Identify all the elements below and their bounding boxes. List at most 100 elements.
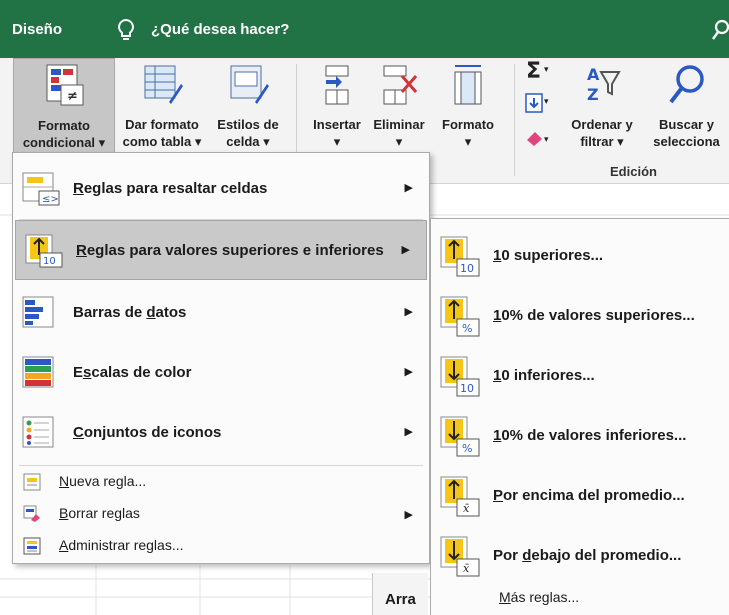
submenu-arrow-icon: ▶: [404, 366, 413, 378]
insert-cells-button[interactable]: Insertar ▾: [308, 58, 366, 160]
bottom-10-icon: 10: [440, 356, 480, 397]
format-as-table-icon: [144, 65, 183, 104]
submenu-arrow-icon: ▶: [401, 244, 410, 256]
format-label-2: ▾: [464, 134, 472, 149]
cell-styles-label-2: celda ▾: [226, 134, 270, 149]
find-select-label-2: selecciona: [653, 134, 720, 149]
tab-diseno[interactable]: Diseño: [12, 21, 62, 38]
menu-item-color-scales[interactable]: Escalas de color ▶: [13, 343, 429, 403]
menu-item-label: Reglas para valores superiores e inferio…: [76, 242, 384, 259]
insert-label: Insertar: [313, 117, 361, 132]
cell-styles-icon: [230, 65, 269, 104]
submenu-item-bottom-10-percent[interactable]: % 10% de valores inferiores...: [431, 405, 729, 467]
menu-item-new-rule[interactable]: Nueva regla...: [13, 466, 429, 498]
delete-label-2: ▾: [395, 134, 403, 149]
submenu-more-rules[interactable]: Más reglas...: [499, 589, 579, 605]
svg-text:▾: ▾: [544, 65, 549, 75]
conditional-format-label-2: condicional ▾: [22, 135, 106, 150]
lightbulb-icon[interactable]: [116, 18, 136, 42]
submenu-item-below-average[interactable]: x̄ Por debajo del promedio...: [431, 525, 729, 587]
top-bottom-rules-icon: 10: [25, 234, 63, 268]
submenu-item-bottom-10[interactable]: 10 10 inferiores...: [431, 345, 729, 407]
title-bar: Diseño ¿Qué desea hacer?: [0, 0, 729, 58]
svg-text:≤>: ≤>: [42, 194, 59, 205]
conditional-format-button[interactable]: ≠ Formato condicional ▾: [13, 58, 115, 160]
clear-icon[interactable]: ▾: [524, 124, 554, 152]
sort-filter-label-2: filtrar ▾: [580, 134, 624, 149]
data-bars-icon: [22, 296, 54, 328]
color-scales-icon: [22, 356, 54, 388]
ribbon-separator: [514, 64, 515, 176]
menu-item-label: Reglas para resaltar celdas: [73, 180, 268, 197]
find-select-label: Buscar y: [659, 117, 714, 132]
svg-text:Σ: Σ: [526, 59, 541, 84]
cell-styles-label: Estilos de: [217, 117, 279, 132]
above-average-icon: x̄: [440, 476, 480, 517]
submenu-item-label: 10% de valores superiores...: [493, 307, 695, 324]
find-select-button[interactable]: Buscar y selecciona: [644, 58, 729, 160]
editing-group-label: Edición: [610, 164, 657, 179]
menu-item-label: Administrar reglas...: [59, 537, 184, 553]
submenu-item-label: 10% de valores inferiores...: [493, 427, 687, 444]
sort-filter-button[interactable]: A Z Ordenar y filtrar ▾: [566, 58, 638, 160]
delete-cells-button[interactable]: Eliminar ▾: [368, 58, 430, 160]
svg-text:▾: ▾: [544, 135, 549, 145]
menu-item-manage-rules[interactable]: Administrar reglas...: [13, 530, 429, 562]
sheet-tab-partial[interactable]: Arra: [372, 573, 428, 615]
format-as-table-button[interactable]: Dar formato como tabla ▾: [118, 58, 206, 160]
submenu-arrow-icon: ▶: [404, 509, 413, 521]
autosum-icon[interactable]: Σ ▾: [524, 58, 554, 86]
insert-cells-icon: [325, 65, 349, 105]
conditional-format-label: Formato: [38, 118, 90, 133]
svg-text:10: 10: [460, 262, 474, 275]
sort-filter-icon: A Z: [587, 65, 621, 104]
menu-item-clear-rules[interactable]: Borrar reglas ▶: [13, 498, 429, 530]
svg-text:≠: ≠: [67, 89, 78, 104]
below-average-icon: x̄: [440, 536, 480, 577]
submenu-item-label: 10 inferiores...: [493, 367, 595, 384]
submenu-item-above-average[interactable]: x̄ Por encima del promedio...: [431, 465, 729, 527]
menu-item-label: Nueva regla...: [59, 473, 147, 489]
svg-text:▾: ▾: [544, 97, 549, 107]
svg-text:A: A: [587, 65, 600, 84]
sort-filter-label: Ordenar y: [571, 117, 633, 132]
submenu-arrow-icon: ▶: [404, 182, 413, 194]
submenu-item-label: 10 superiores...: [493, 247, 604, 264]
delete-cells-icon: [383, 65, 418, 105]
new-rule-icon: [23, 473, 41, 491]
format-table-label: Dar formato: [125, 117, 199, 132]
manage-rules-icon: [23, 537, 41, 555]
cell-styles-button[interactable]: Estilos de celda ▾: [208, 58, 288, 160]
magnifier-icon: [668, 65, 704, 104]
menu-item-top-bottom-rules[interactable]: 10 Reglas para valores superiores e infe…: [15, 220, 427, 280]
svg-text:%: %: [462, 442, 472, 455]
menu-item-highlight-cells-rules[interactable]: ≤> Reglas para resaltar celdas ▶: [13, 159, 429, 219]
top-bottom-rules-submenu: 10 10 superiores... % 10% de valores sup…: [430, 218, 729, 615]
submenu-item-label: Por encima del promedio...: [493, 487, 685, 504]
conditional-format-menu: ≤> Reglas para resaltar celdas ▶ 10 Regl…: [12, 152, 430, 564]
highlight-cells-icon: ≤>: [22, 172, 60, 206]
delete-label: Eliminar: [373, 117, 425, 132]
top-10-icon: 10: [440, 236, 480, 277]
submenu-item-top-10[interactable]: 10 10 superiores...: [431, 225, 729, 287]
fill-icon[interactable]: ▾: [524, 90, 554, 118]
submenu-arrow-icon: ▶: [404, 426, 413, 438]
format-cells-button[interactable]: Formato ▾: [432, 58, 504, 160]
submenu-item-label: Por debajo del promedio...: [493, 547, 682, 564]
menu-item-icon-sets[interactable]: Conjuntos de iconos ▶: [13, 403, 429, 463]
svg-text:%: %: [462, 322, 472, 335]
format-label: Formato: [442, 117, 494, 132]
submenu-item-top-10-percent[interactable]: % 10% de valores superiores...: [431, 285, 729, 347]
search-icon[interactable]: [712, 18, 729, 42]
menu-item-label: Conjuntos de iconos: [73, 424, 222, 441]
menu-item-data-bars[interactable]: Barras de datos ▶: [13, 283, 429, 343]
svg-text:10: 10: [460, 382, 474, 395]
top-10-percent-icon: %: [440, 296, 480, 337]
tell-me-search[interactable]: ¿Qué desea hacer?: [151, 21, 289, 38]
menu-item-label: Borrar reglas: [59, 505, 140, 521]
submenu-arrow-icon: ▶: [404, 306, 413, 318]
clear-rules-icon: [23, 505, 40, 522]
svg-text:10: 10: [43, 256, 56, 267]
insert-label-2: ▾: [333, 134, 341, 149]
svg-text:x̄: x̄: [463, 502, 470, 515]
